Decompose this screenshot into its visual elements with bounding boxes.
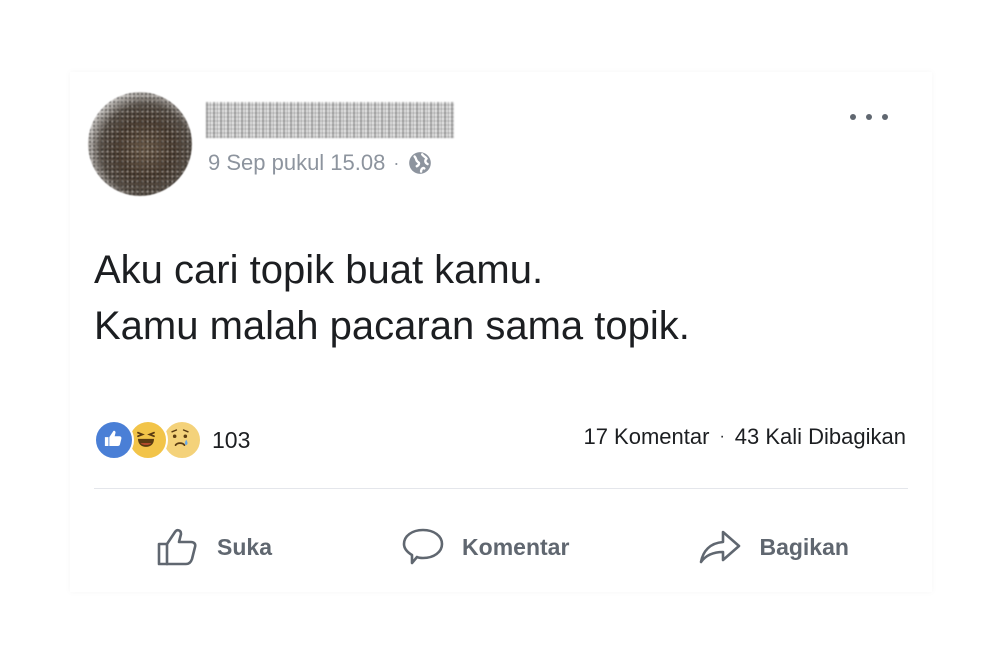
share-label: Bagikan <box>759 533 849 560</box>
post-card: 9 Sep pukul 15.08 · Aku cari topik buat … <box>70 72 932 592</box>
more-options-icon[interactable] <box>850 110 888 124</box>
post-timestamp[interactable]: 9 Sep pukul 15.08 <box>208 150 385 176</box>
post-text-line-1: Aku cari topik buat kamu. <box>94 248 544 292</box>
sad-icon <box>162 420 202 460</box>
haha-icon <box>128 420 168 460</box>
post-text-line-2: Kamu malah pacaran sama topik. <box>94 304 690 348</box>
action-bar: Suka Komentar Bagikan <box>70 512 932 582</box>
share-button[interactable]: Bagikan <box>695 522 849 572</box>
comment-label: Komentar <box>462 533 570 560</box>
author-name-blurred[interactable] <box>206 102 454 138</box>
globe-icon[interactable] <box>407 150 433 176</box>
divider <box>94 488 908 489</box>
comment-button[interactable]: Komentar <box>398 522 569 572</box>
comment-bubble-icon <box>402 528 444 565</box>
share-arrow-icon <box>700 530 741 564</box>
reaction-count[interactable]: 103 <box>212 427 250 454</box>
avatar[interactable] <box>88 92 192 196</box>
like-label: Suka <box>217 533 272 560</box>
post-meta: 9 Sep pukul 15.08 · <box>208 150 433 176</box>
comment-count[interactable]: 17 Komentar <box>583 424 709 450</box>
meta-separator: · <box>393 153 400 173</box>
post-stats: 17 Komentar · 43 Kali Dibagikan <box>583 424 906 450</box>
thumbs-up-icon <box>157 528 197 566</box>
stats-separator: · <box>719 428 725 445</box>
like-icon <box>94 420 134 460</box>
reactions-summary[interactable]: 103 <box>94 420 250 460</box>
share-count[interactable]: 43 Kali Dibagikan <box>735 424 906 450</box>
post-text: Aku cari topik buat kamu. Kamu malah pac… <box>94 242 690 354</box>
like-button[interactable]: Suka <box>153 522 272 572</box>
